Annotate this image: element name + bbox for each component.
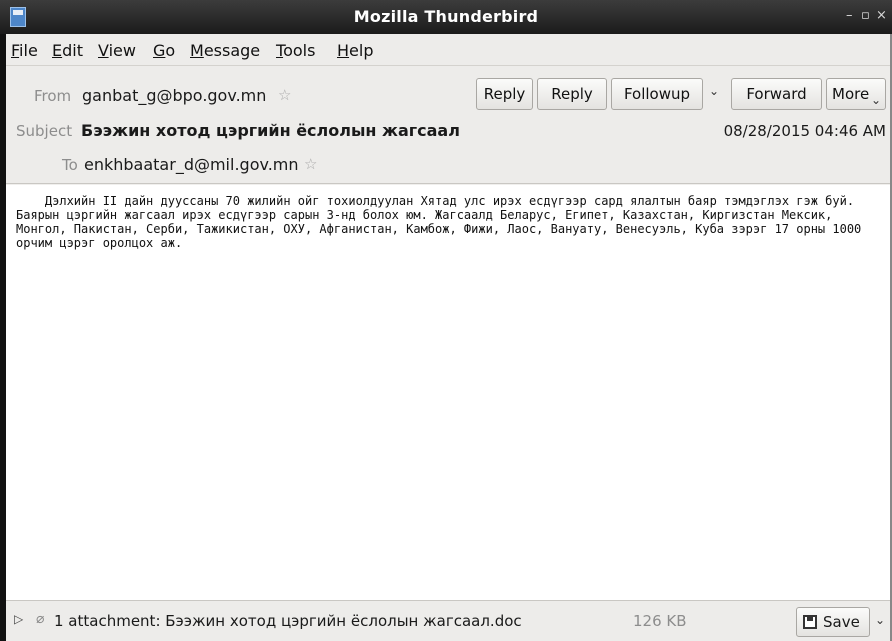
menu-go[interactable]: Go [153,41,175,60]
close-icon[interactable]: × [876,8,887,23]
maximize-icon[interactable]: ▫ [861,8,870,23]
reply-all-button[interactable]: Reply [537,78,607,110]
save-label: Save [823,613,860,631]
menu-message[interactable]: Message [190,41,260,60]
from-star-icon[interactable]: ☆ [278,86,291,104]
to-star-icon[interactable]: ☆ [304,155,317,173]
menu-help[interactable]: Help [337,41,373,60]
paperclip-icon: ⌀ [36,611,45,627]
attachment-summary[interactable]: 1 attachment: Бээжин хотод цэргийн ёслол… [54,612,522,630]
more-label: More [832,85,870,103]
message-date: 08/28/2015 04:46 AM [723,122,886,140]
save-attachment-button[interactable]: Save [796,607,870,637]
attachment-bar: ▷ ⌀ 1 attachment: Бээжин хотод цэргийн ё… [6,600,890,641]
forward-button[interactable]: Forward [731,78,822,110]
minimize-icon[interactable]: – [846,8,853,23]
message-header: From ganbat_g@bpo.gov.mn ☆ Reply Reply F… [6,66,890,184]
menu-view[interactable]: View [98,41,136,60]
message-body[interactable]: Дэлхийн II дайн дууссаны 70 жилийн ойг т… [6,185,890,600]
more-button[interactable]: More ⌄ [826,78,886,110]
menu-file[interactable]: File [11,41,38,60]
reply-button[interactable]: Reply [476,78,533,110]
title-bar[interactable]: Mozilla Thunderbird – ▫ × [0,0,892,34]
to-label: To [62,156,78,174]
thunderbird-window: Mozilla Thunderbird – ▫ × File Edit View… [0,0,892,641]
from-label: From [34,87,72,105]
attachment-size: 126 KB [633,612,687,630]
expand-attachments-icon[interactable]: ▷ [14,612,23,626]
followup-button[interactable]: Followup [611,78,703,110]
subject-value: Бээжин хотод цэргийн ёслолын жагсаал [81,121,460,140]
menu-edit[interactable]: Edit [52,41,83,60]
to-address[interactable]: enkhbaatar_d@mil.gov.mn [84,155,299,174]
followup-dropdown-icon[interactable]: ⌄ [709,84,719,98]
menu-tools[interactable]: Tools [276,41,315,60]
more-dropdown-icon: ⌄ [871,93,882,107]
message-text: Дэлхийн II дайн дууссаны 70 жилийн ойг т… [16,194,869,250]
window-title: Mozilla Thunderbird [353,7,539,26]
floppy-disk-icon [803,615,817,629]
menu-bar: File Edit View Go Message Tools Help [6,34,890,66]
save-dropdown-icon[interactable]: ⌄ [875,613,885,627]
subject-label: Subject [16,122,73,140]
from-address[interactable]: ganbat_g@bpo.gov.mn [82,86,266,105]
